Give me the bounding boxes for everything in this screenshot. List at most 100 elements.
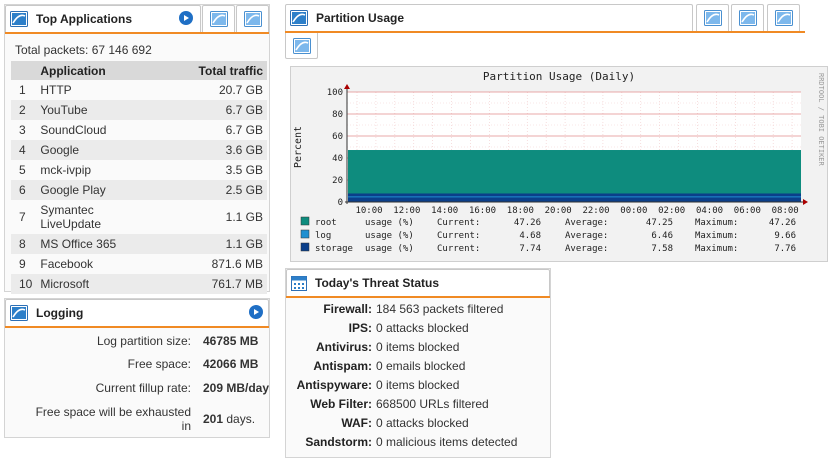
calendar-icon [291,276,307,291]
table-row[interactable]: 9 Facebook 871.6 MB [11,254,267,274]
tab-underline [5,32,269,34]
legend-text: 7.76 [774,244,796,254]
threat-status-tabbar: Today's Threat Status [286,269,550,298]
legend-text: root [315,218,337,228]
table-row[interactable]: 3 SoundCloud 6.7 GB [11,120,267,140]
threat-value: 0 malicious items detected [376,435,518,449]
legend-text: usage (%) [365,231,414,241]
col-number [11,61,37,80]
app-traffic: 6.7 GB [146,100,267,120]
widget-icon [10,305,28,321]
widget-icon [243,11,262,27]
chart-side-label: RRDTOOL / TOBI OETIKER [817,73,825,167]
threat-value: 668500 URLs filtered [376,397,489,411]
play-icon[interactable] [179,11,193,25]
panel-title: Top Applications [36,12,132,26]
row-number: 5 [19,163,26,177]
x-tick-label: 20:00 [545,206,572,216]
tab-logging[interactable]: Logging [5,299,269,326]
legend-text: Current: [437,244,480,254]
widget-icon [10,11,28,27]
table-row[interactable]: 8 MS Office 365 1.1 GB [11,234,267,254]
legend-text: 4.68 [519,231,541,241]
threat-value: 0 items blocked [376,340,460,354]
plot-areas [348,150,801,202]
table-row[interactable]: 1 HTTP 20.7 GB [11,80,267,100]
y-tick-label: 100 [327,88,343,98]
x-tick-label: 16:00 [469,206,496,216]
tab-threat-status[interactable]: Today's Threat Status [286,269,550,296]
legend-text: usage (%) [365,218,414,228]
top-applications-tabbar: Top Applications [5,5,269,34]
log-exhaust-days: 201 [203,412,224,426]
tab-partition-usage[interactable]: Partition Usage [285,4,693,31]
tab-underline [285,31,805,33]
tab-widget-2[interactable] [202,5,235,32]
threat-label: Antispyware: [296,378,372,392]
threat-value: 184 563 packets filtered [376,302,504,316]
app-traffic: 2.5 GB [146,180,267,200]
app-traffic: 1.1 GB [146,234,267,254]
tab-widget-3[interactable] [236,5,269,32]
y-axis-arrow [344,84,350,89]
tab-top-applications[interactable]: Top Applications [5,5,201,32]
tab-widget-4[interactable] [767,4,800,31]
widget-icon [703,10,722,26]
legend-text: Current: [437,231,480,241]
x-tick-label: 10:00 [355,206,382,216]
row-number: 2 [11,100,37,120]
threat-row-firewall: Firewall: 184 563 packets filtered [286,302,550,321]
app-traffic: 20.7 GB [218,83,263,97]
x-tick-label: 08:00 [772,206,799,216]
play-icon[interactable] [249,305,263,319]
x-tick-label: 06:00 [734,206,761,216]
row-number: 3 [19,123,26,137]
threat-value: 0 attacks blocked [376,321,469,335]
tab-underline [286,296,550,298]
y-tick-label: 0 [338,198,343,208]
y-axis-label: Percent [293,126,304,168]
log-exhaust: Free space will be exhausted in 201 days… [11,405,273,435]
threat-row-antispyware: Antispyware: 0 items blocked [286,378,550,397]
table-row[interactable]: 5 mck-ivpip 3.5 GB [11,160,267,180]
app-name: MS Office 365 [36,234,147,254]
col-application: Application [36,61,147,80]
threat-label: WAF: [341,416,372,430]
app-traffic: 6.7 GB [225,123,263,137]
legend-text: 7.74 [519,244,541,254]
threat-value: 0 items blocked [376,378,460,392]
legend-text: 47.26 [769,218,796,228]
table-row[interactable]: 10 Microsoft 761.7 MB [11,274,267,294]
threat-label: Firewall: [323,302,372,316]
x-axis-arrow [803,199,808,205]
tab-widget-5[interactable] [285,33,318,59]
threat-label: Sandstorm: [305,435,372,449]
y-tick-label: 80 [332,110,343,120]
threat-row-sandstorm: Sandstorm: 0 malicious items detected [286,435,550,454]
chart-title: Partition Usage (Daily) [483,70,635,83]
table-row[interactable]: 4 Google 3.6 GB [11,140,267,160]
legend-text: log [315,231,331,241]
app-traffic: 1.1 GB [225,210,263,224]
threat-row-waf: WAF: 0 attacks blocked [286,416,550,435]
log-partition-value: 46785 MB [203,334,259,348]
y-tick-label: 40 [332,154,343,164]
log-free-label: Free space: [127,357,191,371]
x-tick-label: 18:00 [507,206,534,216]
app-name: Google [36,140,147,160]
table-row[interactable]: 2 YouTube 6.7 GB [11,100,267,120]
app-traffic: 3.6 GB [146,140,267,160]
top-applications-table: Application Total traffic 1 HTTP 20.7 GB… [11,61,267,294]
panel-title: Logging [36,306,84,320]
tab-widget-3[interactable] [731,4,764,31]
threat-label: IPS: [348,321,372,335]
area-storage [348,193,801,202]
threat-row-web-filter: Web Filter: 668500 URLs filtered [286,397,550,416]
log-fillup-value: 209 MB/day [203,381,270,395]
table-row[interactable]: 6 Google Play 2.5 GB [11,180,267,200]
tab-widget-2[interactable] [696,4,729,31]
app-name: Symantec LiveUpdate [40,203,102,231]
y-tick-label: 20 [332,176,343,186]
table-row[interactable]: 7 Symantec LiveUpdate 1.1 GB [11,200,267,234]
col-total-traffic: Total traffic [146,61,267,80]
